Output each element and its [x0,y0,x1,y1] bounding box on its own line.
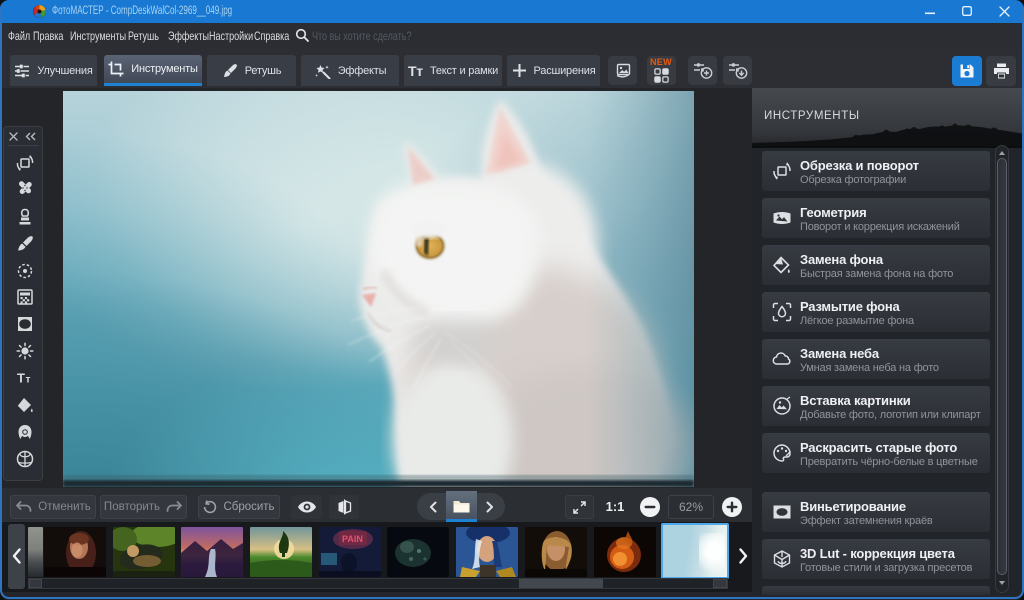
svg-text:T: T [17,371,25,386]
svg-text:т: т [26,375,31,386]
